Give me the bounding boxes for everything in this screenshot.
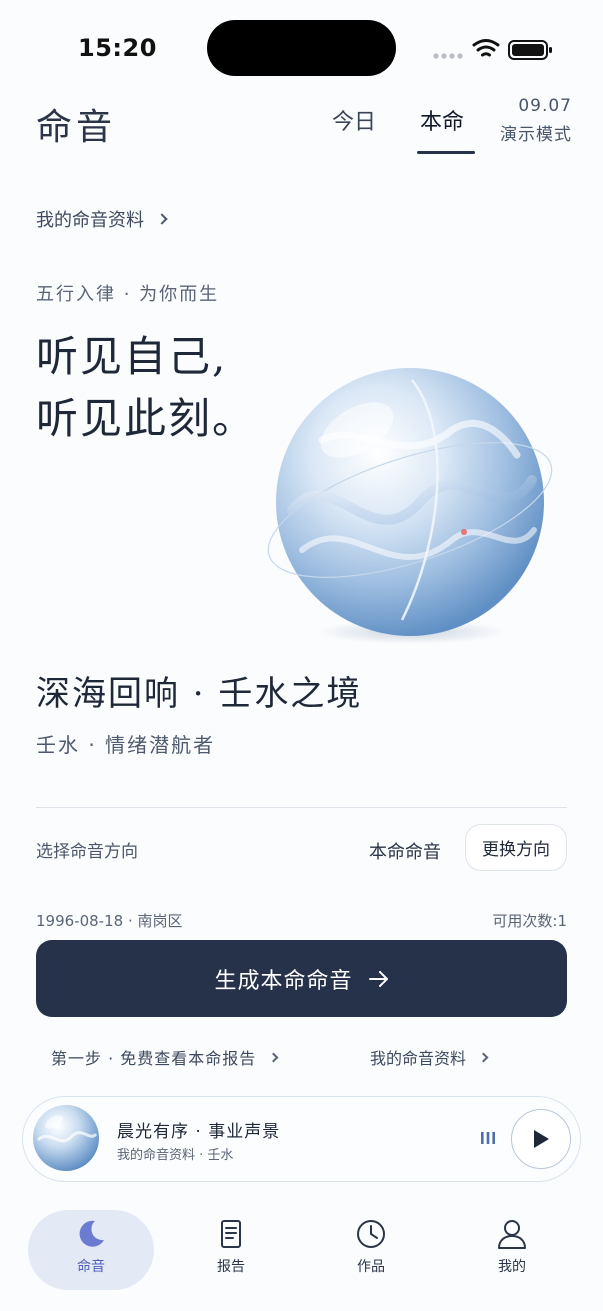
wifi-icon — [472, 39, 500, 57]
profile-link-secondary[interactable]: 我的命音资料 — [370, 1045, 489, 1069]
profile-link[interactable]: 我的命音资料 — [36, 206, 168, 232]
tagline: 五行入律 · 为你而生 — [36, 284, 220, 305]
generate-button[interactable]: 生成本命命音 — [36, 940, 567, 1017]
tab-natal[interactable]: 本命 — [420, 104, 464, 136]
player-track-subtitle: 我的命音资料 · 壬水 — [117, 1148, 234, 1163]
nav-label-me: 我的 — [498, 1259, 526, 1275]
chevron-right-icon — [478, 1052, 489, 1062]
demo-mode-label: 演示模式 — [500, 125, 572, 145]
sound-title: 深海回响 · 壬水之境 — [36, 674, 363, 714]
free-report-link[interactable]: 第一步 · 免费查看本命报告 — [51, 1045, 279, 1069]
play-icon — [534, 1130, 549, 1148]
equalizer-bars-icon[interactable] — [480, 1131, 496, 1145]
hero-line-2: 听见此刻。 — [36, 394, 257, 443]
change-direction-button[interactable]: 更换方向 — [465, 824, 567, 871]
direction-value: 本命命音 — [369, 842, 441, 863]
arrow-right-icon — [368, 970, 388, 987]
nav-label-works: 作品 — [357, 1259, 385, 1275]
nav-item-me[interactable]: 我的 — [472, 1218, 552, 1276]
nav-item-works[interactable]: 作品 — [331, 1218, 411, 1276]
play-button[interactable] — [511, 1109, 571, 1169]
cellular-signal-icon — [433, 53, 463, 59]
player-artwork-orb — [33, 1105, 99, 1171]
tab-today[interactable]: 今日 — [332, 104, 376, 136]
hero-line-1: 听见自己, — [36, 332, 228, 381]
birth-info: 1996-08-18 · 南岗区 — [36, 912, 183, 930]
nav-item-report[interactable]: 报告 — [191, 1218, 271, 1276]
free-report-link-label: 第一步 · 免费查看本命报告 — [51, 1049, 257, 1068]
app-title: 命音 — [36, 107, 117, 148]
document-icon — [221, 1220, 241, 1248]
date-mode-block[interactable]: 09.07 演示模式 — [486, 96, 572, 145]
mini-player[interactable] — [22, 1096, 581, 1182]
status-icons — [433, 39, 552, 60]
generate-button-label: 生成本命命音 — [214, 968, 353, 994]
divider — [36, 807, 567, 808]
sound-subtitle: 壬水 · 情绪潜航者 — [36, 733, 216, 757]
tab-active-indicator — [417, 151, 475, 154]
water-orb-image — [267, 368, 553, 644]
person-icon — [498, 1220, 526, 1249]
chevron-right-icon — [268, 1052, 279, 1062]
dynamic-island — [207, 20, 396, 76]
profile-link-secondary-label: 我的命音资料 — [370, 1049, 467, 1068]
chevron-right-icon — [156, 213, 168, 225]
hero-heading: 听见自己, 听见此刻。 — [36, 326, 256, 450]
nav-label-mingyin: 命音 — [77, 1259, 105, 1275]
nav-item-mingyin[interactable]: 命音 — [51, 1218, 131, 1276]
clock-icon — [357, 1220, 385, 1248]
moon-icon — [79, 1220, 104, 1247]
uses-left: 可用次数:1 — [492, 912, 567, 930]
header-date: 09.07 — [518, 96, 572, 116]
status-time: 15:20 — [78, 34, 157, 62]
direction-label: 选择命音方向 — [36, 842, 138, 862]
nav-label-report: 报告 — [217, 1259, 245, 1275]
profile-link-label: 我的命音资料 — [36, 210, 144, 231]
battery-icon — [508, 40, 552, 60]
player-track-title: 晨光有序 · 事业声景 — [117, 1122, 281, 1142]
